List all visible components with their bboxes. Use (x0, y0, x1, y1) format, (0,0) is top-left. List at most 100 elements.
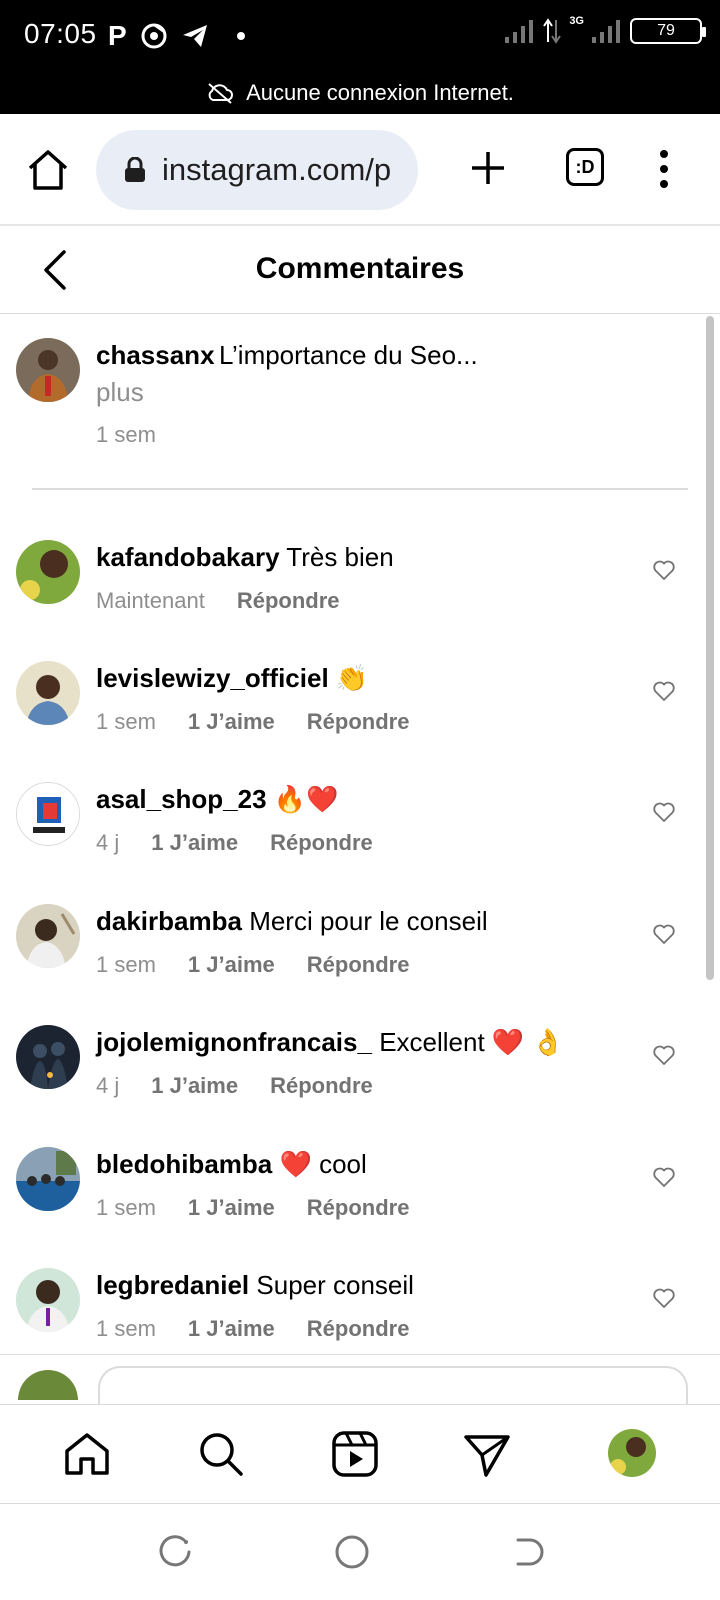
comment-time: 1 sem (96, 1316, 156, 1341)
comment-time: 4 j (96, 830, 120, 855)
likes-count[interactable]: 1 J’aime (188, 1195, 275, 1221)
caption-more-link[interactable]: plus (96, 377, 656, 408)
avatar[interactable] (16, 661, 80, 725)
comment-username[interactable]: levislewizy_officiel (96, 663, 329, 693)
heart-icon[interactable] (652, 558, 676, 582)
comment-text: 👏 (335, 663, 369, 693)
reply-button[interactable]: Répondre (270, 1073, 373, 1099)
composer-divider (0, 1354, 720, 1355)
avatar[interactable] (16, 1025, 80, 1089)
caption-time: 1 sem (96, 422, 156, 447)
comment-text: ❤️ cool (279, 1149, 367, 1179)
page-title: Commentaires (255, 252, 465, 285)
heart-icon[interactable] (652, 922, 676, 946)
comment-username[interactable]: jojolemignonfrancais_ (96, 1027, 372, 1057)
comment-item: jojolemignonfrancais_ Excellent ❤️ 👌 4 j… (16, 1025, 696, 1135)
connection-banner: Aucune connexion Internet. (0, 72, 720, 114)
comment-username[interactable]: dakirbamba (96, 906, 242, 936)
parking-icon: P (108, 20, 127, 51)
recents-icon[interactable] (158, 1534, 194, 1570)
reply-button[interactable]: Répondre (307, 952, 410, 978)
status-time: 07:05 (24, 18, 97, 49)
caption-text: L’importance du Seo... (218, 340, 478, 370)
divider (32, 488, 688, 490)
caption-username[interactable]: chassanx (96, 340, 215, 370)
comment-text: Super conseil (256, 1270, 414, 1300)
comment-item: kafandobakary Très bien Maintenant Répon… (16, 540, 696, 650)
lock-icon (125, 157, 145, 182)
comment-time: 1 sem (96, 952, 156, 977)
comment-username[interactable]: bledohibamba (96, 1149, 272, 1179)
likes-count[interactable]: 1 J’aime (188, 709, 275, 735)
comments-list[interactable]: chassanx L’importance du Seo... plus 1 s… (0, 314, 720, 1354)
reply-button[interactable]: Répondre (307, 1316, 410, 1342)
browser-home-icon[interactable] (26, 148, 70, 192)
direct-icon[interactable] (462, 1429, 512, 1479)
reply-button[interactable]: Répondre (270, 830, 373, 856)
scrollbar[interactable] (706, 316, 714, 980)
reply-button[interactable]: Répondre (307, 1195, 410, 1221)
likes-count[interactable]: 1 J’aime (188, 952, 275, 978)
tab-switcher-button[interactable]: :D (566, 148, 604, 186)
url-text: instagram.com/p (162, 152, 392, 187)
avatar[interactable] (16, 782, 80, 846)
heart-icon[interactable] (652, 800, 676, 824)
url-bar[interactable]: instagram.com/p (96, 130, 418, 210)
comment-text: Très bien (286, 542, 394, 572)
reply-button[interactable]: Répondre (307, 709, 410, 735)
avatar[interactable] (16, 904, 80, 968)
comment-item: asal_shop_23 🔥❤️ 4 j 1 J’aime Répondre (16, 782, 696, 892)
comment-item: bledohibamba ❤️ cool 1 sem 1 J’aime Répo… (16, 1147, 696, 1257)
home-icon[interactable] (62, 1429, 112, 1479)
comment-time: 4 j (96, 1073, 120, 1098)
comment-item: dakirbamba Merci pour le conseil 1 sem 1… (16, 904, 696, 1014)
comment-username[interactable]: asal_shop_23 (96, 784, 267, 814)
bottom-navigation (0, 1404, 720, 1504)
comment-time: 1 sem (96, 709, 156, 734)
comment-text: Excellent ❤️ 👌 (379, 1027, 564, 1057)
heart-icon[interactable] (652, 1043, 676, 1067)
notification-dot-icon (236, 32, 245, 40)
comment-input[interactable] (98, 1366, 688, 1406)
home-circle-icon[interactable] (334, 1534, 370, 1570)
composer-avatar (18, 1370, 78, 1400)
comment-text: 🔥❤️ (273, 784, 339, 814)
avatar[interactable] (16, 1147, 80, 1211)
signal-icon (505, 20, 534, 43)
comment-item: legbredaniel Super conseil 1 sem 1 J’aim… (16, 1268, 696, 1354)
battery-icon: 79 (630, 18, 706, 44)
likes-count[interactable]: 1 J’aime (151, 830, 238, 856)
avatar[interactable] (16, 338, 80, 402)
network-type: 3G (569, 15, 584, 27)
connection-banner-text: Aucune connexion Internet. (246, 80, 514, 105)
likes-count[interactable]: 1 J’aime (151, 1073, 238, 1099)
search-icon[interactable] (196, 1429, 246, 1479)
reply-button[interactable]: Répondre (237, 588, 340, 614)
avatar[interactable] (16, 1268, 80, 1332)
comment-username[interactable]: kafandobakary (96, 542, 280, 572)
avatar[interactable] (16, 540, 80, 604)
telegram-icon (182, 25, 207, 47)
chrome-icon (141, 23, 167, 49)
status-bar: 07:05 P 3G 79 (0, 0, 720, 72)
heart-icon[interactable] (652, 679, 676, 703)
new-tab-icon[interactable] (466, 146, 510, 190)
back-icon[interactable] (510, 1534, 546, 1570)
tab-switcher-label: :D (575, 156, 595, 177)
battery-level: 79 (657, 22, 675, 39)
comment-time: Maintenant (96, 588, 205, 613)
comment-username[interactable]: legbredaniel (96, 1270, 249, 1300)
comment-text: Merci pour le conseil (249, 906, 488, 936)
comment-item: levislewizy_officiel 👏 1 sem 1 J’aime Ré… (16, 661, 696, 771)
profile-avatar[interactable] (608, 1429, 656, 1477)
comment-time: 1 sem (96, 1195, 156, 1220)
page-header: Commentaires (0, 226, 720, 314)
browser-toolbar: instagram.com/p :D (0, 114, 720, 226)
heart-icon[interactable] (652, 1286, 676, 1310)
reels-icon[interactable] (330, 1429, 380, 1479)
system-navigation (0, 1504, 720, 1600)
data-transfer-icon (543, 18, 562, 44)
browser-menu-icon[interactable] (652, 144, 676, 194)
heart-icon[interactable] (652, 1165, 676, 1189)
likes-count[interactable]: 1 J’aime (188, 1316, 275, 1342)
